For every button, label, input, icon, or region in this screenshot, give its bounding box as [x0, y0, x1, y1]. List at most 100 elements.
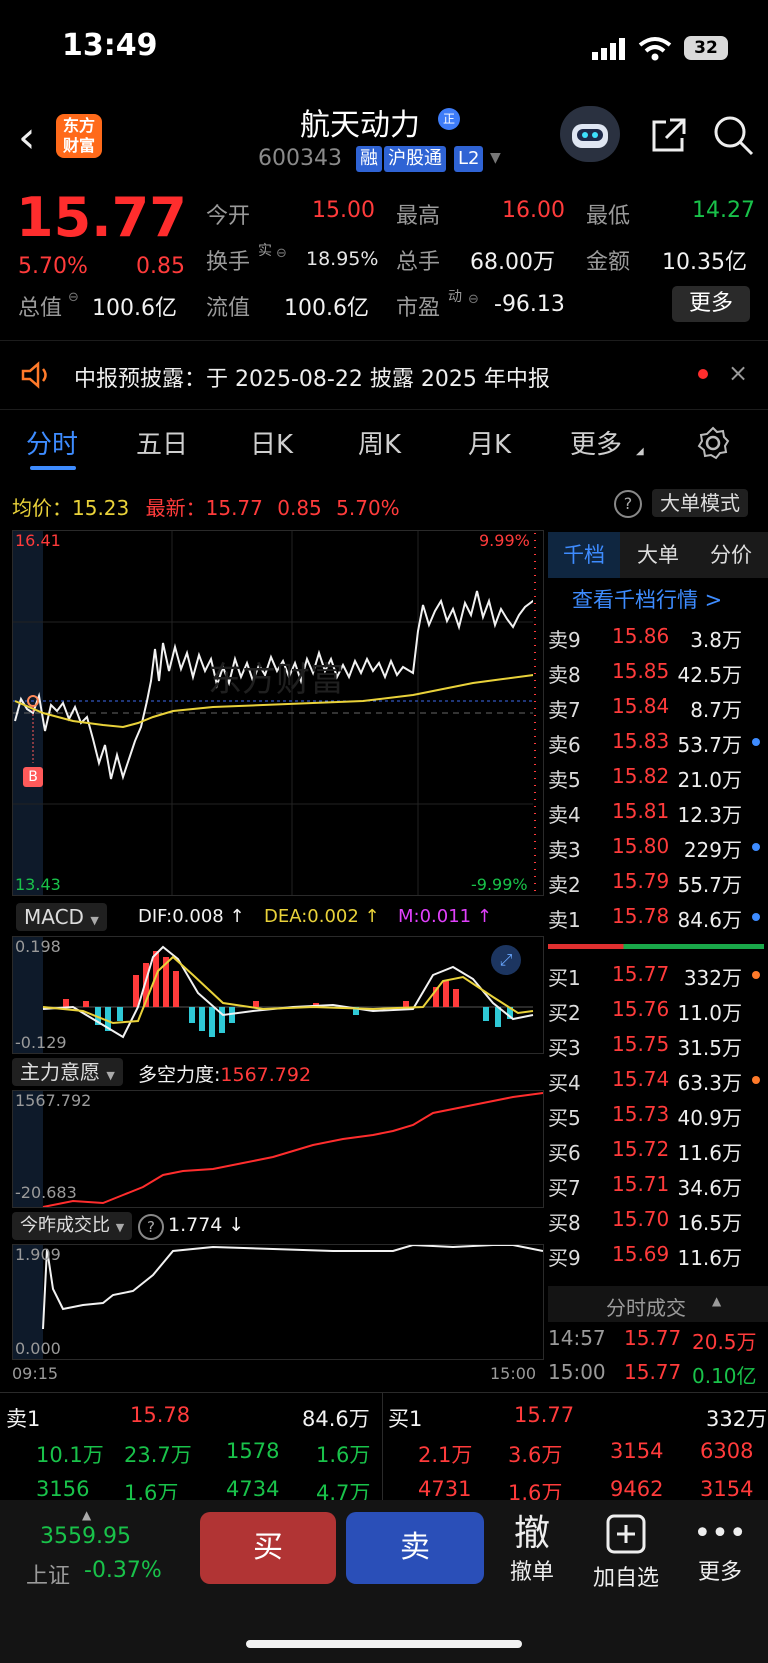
tab-monthly-k[interactable]: 月K — [468, 424, 511, 461]
intraday-chart[interactable]: 东方财富 16.41 13.43 9.99% -9.99% B — [12, 530, 544, 896]
status-time: 13:49 — [62, 28, 158, 63]
level-volume: 332万 — [683, 966, 742, 990]
tab-big-order[interactable]: 大单 — [622, 532, 694, 578]
ask-row[interactable]: 卖5 15.82 21.0万 — [548, 760, 768, 794]
ask-row[interactable]: 卖8 15.85 42.5万 — [548, 655, 768, 689]
tick-time: 15:00 — [548, 1360, 606, 1384]
level-volume: 63.3万 — [677, 1071, 742, 1095]
queue-bid-volume: 332万 — [706, 1407, 768, 1431]
level-price: 15.81 — [612, 799, 670, 823]
ask-row[interactable]: 卖1 15.78 84.6万 — [548, 900, 768, 934]
level-volume: 84.6万 — [677, 908, 742, 932]
buy-marker-icon[interactable]: B — [23, 767, 43, 787]
level-price: 15.77 — [612, 962, 670, 986]
mainforce-chart[interactable]: 1567.792 -20.683 — [12, 1090, 544, 1208]
help-icon[interactable]: ? — [614, 490, 642, 518]
bid-row[interactable]: 买1 15.77 332万 — [548, 958, 768, 992]
tab-five-day[interactable]: 五日 — [136, 424, 188, 461]
chevron-down-icon: ◢ — [636, 446, 644, 457]
mainforce-value: 1567.792 — [220, 1064, 312, 1086]
queue-order-cell: 9462 — [610, 1477, 664, 1501]
index-percent[interactable]: -0.37% — [84, 1558, 162, 1583]
tick-volume: 0.10亿 — [692, 1364, 757, 1388]
tick-row: 15:00 15.77 0.10亿 — [548, 1360, 768, 1394]
info-icon[interactable]: ⊖ — [68, 290, 79, 305]
ask-row[interactable]: 卖4 15.81 12.3万 — [548, 795, 768, 829]
amount-value: 10.35亿 — [662, 250, 747, 275]
bid-row[interactable]: 买8 15.70 16.5万 — [548, 1203, 768, 1237]
more-quote-button[interactable]: 更多 — [672, 286, 750, 322]
level-label: 卖4 — [548, 803, 581, 827]
notice-bar[interactable]: 中报预披露：于 2025-08-22 披露 2025 年中报 × — [0, 340, 768, 410]
expand-icon[interactable]: ⤢ — [491, 945, 521, 975]
tab-active-indicator — [30, 466, 76, 470]
buy-button[interactable]: 买 — [200, 1512, 336, 1584]
view-depth-link[interactable]: 查看千档行情 > — [572, 584, 722, 614]
ask-row[interactable]: 卖9 15.86 3.8万 — [548, 620, 768, 654]
tab-more[interactable]: 更多 — [570, 424, 622, 461]
cancel-order-button[interactable]: 撤 撤单 — [492, 1514, 572, 1586]
bid-row[interactable]: 买4 15.74 63.3万 — [548, 1063, 768, 1097]
ask-row[interactable]: 卖3 15.80 229万 — [548, 830, 768, 864]
help-icon[interactable]: ? — [138, 1214, 164, 1240]
bid-ask-ratio-bar — [548, 944, 764, 949]
tab-price-dist[interactable]: 分价 — [694, 532, 768, 578]
bid-row[interactable]: 买6 15.72 11.6万 — [548, 1133, 768, 1167]
level-label: 卖1 — [548, 908, 581, 932]
macd-chart[interactable]: 0.198 -0.129 ⤢ — [12, 936, 544, 1054]
macd-dea: DEA:0.002 ↑ — [264, 906, 380, 927]
level-price: 15.85 — [612, 659, 670, 683]
ask-row[interactable]: 卖6 15.83 53.7万 — [548, 725, 768, 759]
level-price: 15.86 — [612, 624, 670, 648]
search-icon[interactable] — [712, 114, 754, 156]
tab-weekly-k[interactable]: 周K — [358, 424, 401, 461]
close-icon[interactable]: × — [728, 359, 748, 387]
back-button[interactable]: ‹ — [18, 112, 36, 163]
tick-price: 15.77 — [624, 1360, 682, 1384]
volratio-chart[interactable]: 1.909 0.000 — [12, 1243, 544, 1360]
float-value: 100.6亿 — [284, 296, 369, 321]
add-watchlist-button[interactable]: 加自选 — [586, 1514, 666, 1592]
index-value[interactable]: 3559.95 — [40, 1524, 131, 1549]
index-name[interactable]: 上证 — [26, 1558, 70, 1590]
more-menu-button[interactable]: ••• 更多 — [680, 1514, 760, 1586]
tick-price: 15.77 — [624, 1326, 682, 1350]
chevron-up-icon: ▲ — [712, 1294, 722, 1308]
volume-label: 总手 — [396, 250, 441, 275]
mainforce-axis-top: 1567.792 — [15, 1091, 92, 1110]
info-icon[interactable]: ⊖ — [276, 246, 287, 261]
tab-intraday[interactable]: 分时 — [26, 424, 78, 461]
big-order-mode-button[interactable]: 大单模式 — [652, 489, 748, 517]
bid-row[interactable]: 买7 15.71 34.6万 — [548, 1168, 768, 1202]
chevron-down-icon[interactable]: ▼ — [490, 150, 501, 166]
share-icon[interactable] — [648, 116, 688, 156]
queue-bid-price: 15.77 — [514, 1403, 575, 1427]
order-dot — [752, 913, 760, 921]
level-label: 买8 — [548, 1211, 581, 1235]
level-volume: 12.3万 — [677, 803, 742, 827]
volratio-indicator-select[interactable]: 今昨成交比 ▼ — [12, 1212, 133, 1240]
ask-row[interactable]: 卖2 15.79 55.7万 — [548, 865, 768, 899]
info-icon[interactable]: ⊖ — [468, 292, 479, 307]
tab-daily-k[interactable]: 日K — [250, 424, 293, 461]
mainforce-indicator-select[interactable]: 主力意愿 ▼ — [12, 1058, 123, 1086]
level-volume: 16.5万 — [677, 1211, 742, 1235]
wifi-icon — [638, 37, 672, 61]
assistant-robot-icon[interactable] — [560, 106, 620, 162]
level-price: 15.69 — [612, 1242, 670, 1266]
bid-row[interactable]: 买3 15.75 31.5万 — [548, 1028, 768, 1062]
ticks-header[interactable]: 分时成交 ▲ — [548, 1286, 768, 1322]
bid-row[interactable]: 买5 15.73 40.9万 — [548, 1098, 768, 1132]
turnover-value: 18.95% — [306, 248, 379, 270]
sell-button[interactable]: 卖 — [346, 1512, 484, 1584]
signal-icon — [592, 38, 625, 60]
tab-depth[interactable]: 千档 — [548, 532, 620, 578]
macd-indicator-select[interactable]: MACD ▼ — [16, 903, 107, 931]
gear-icon[interactable] — [696, 426, 730, 460]
tick-volume: 20.5万 — [692, 1330, 757, 1354]
notice-text: 中报预披露：于 2025-08-22 披露 2025 年中报 — [74, 367, 550, 392]
bid-row[interactable]: 买9 15.69 11.6万 — [548, 1238, 768, 1272]
bid-row[interactable]: 买2 15.76 11.0万 — [548, 993, 768, 1027]
time-axis-end: 15:00 — [490, 1364, 537, 1383]
ask-row[interactable]: 卖7 15.84 8.7万 — [548, 690, 768, 724]
